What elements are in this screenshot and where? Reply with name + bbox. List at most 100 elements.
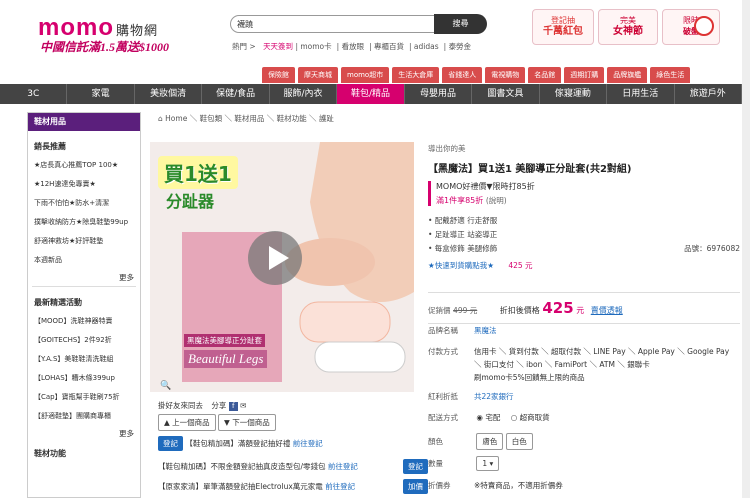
sidebar-item[interactable]: ★店長真心推薦TOP 100★	[28, 156, 140, 175]
category-tab[interactable]: 摩天商城	[298, 67, 338, 83]
feature-list: • 配戴舒適 行走舒服 • 足趾導正 站姿導正 • 每盒修飾 美腿修飾 品號：69…	[428, 214, 740, 256]
price-report-link[interactable]: 賣價透報	[591, 306, 623, 315]
color-option-white[interactable]: 白色	[505, 433, 533, 450]
nav-home-sports[interactable]: 傢寢運動	[540, 84, 608, 104]
breadcrumb-link[interactable]: 鞋材功能	[277, 114, 307, 123]
search-input[interactable]: 襪蹺	[230, 15, 436, 33]
sidebar-item[interactable]: 下雨不怕怕★防水+清潔	[28, 194, 140, 213]
spec-color: 顏色 膚色 白色	[428, 433, 740, 450]
promo-lucky-draw[interactable]: 登記抽 千萬紅包	[532, 9, 594, 45]
zoom-icon[interactable]: 🔍	[160, 381, 171, 391]
sidebar-item[interactable]: 【Cap】寶瓶幫手鞋刷75折	[28, 388, 140, 407]
quick-link[interactable]: 專櫃百貨	[374, 42, 404, 51]
nav-health[interactable]: 保健/食品	[202, 84, 270, 104]
category-tab[interactable]: 保險館	[262, 67, 295, 83]
main-nav: 3C 家電 美妝個清 保健/食品 服飾/內衣 鞋包/精品 母嬰用品 圖書文具 傢…	[0, 84, 742, 104]
sidebar-section-title: 鞋材功能	[34, 449, 66, 458]
ship-home-radio[interactable]: ◉ 宅配	[476, 413, 500, 422]
color-option-skin[interactable]: 膚色	[476, 433, 504, 450]
nav-shoes-bags[interactable]: 鞋包/精品	[337, 84, 405, 104]
sidebar-heading[interactable]: 鞋材用品	[28, 113, 140, 131]
nav-3c[interactable]: 3C	[0, 84, 68, 104]
sidebar-item[interactable]: 【LOHAS】糟木條399up	[28, 369, 140, 388]
category-tab[interactable]: momo超市	[341, 67, 390, 83]
fb-like-label[interactable]: 掛好友來同去	[158, 401, 203, 410]
sidebar-item[interactable]: 【舒適鞋墊】團購商專櫃	[28, 407, 140, 426]
nav-daily[interactable]: 日用生活	[607, 84, 675, 104]
category-tab[interactable]: 品牌旗艦	[607, 67, 648, 83]
quick-link[interactable]: 看放眼	[342, 42, 365, 51]
sidebar-item[interactable]: ★12H速達免專賣★	[28, 175, 140, 194]
sidebar: 鞋材用品 銷長推薦 ★店長真心推薦TOP 100★ ★12H速達免專賣★ 下雨不…	[27, 112, 141, 498]
brand-link[interactable]: 黑魔法	[474, 326, 497, 335]
prev-product-button[interactable]: ▲ 上一個商品	[158, 414, 216, 431]
category-tab[interactable]: 名品館	[528, 67, 562, 83]
nav-apparel[interactable]: 服飾/內衣	[270, 84, 338, 104]
sidebar-item[interactable]: 【MOOD】洗鞋神器特賣	[28, 312, 140, 331]
register-button[interactable]: 登記	[158, 436, 183, 451]
quick-link[interactable]: 泰勞金	[449, 42, 472, 51]
nav-books[interactable]: 圖書文具	[472, 84, 540, 104]
nav-travel[interactable]: 旅遊戶外	[675, 84, 742, 104]
quantity-select[interactable]: 1 ▾	[476, 456, 500, 471]
promo-note-link[interactable]: (說明)	[486, 196, 507, 205]
category-tab[interactable]: 週期訂購	[564, 67, 605, 83]
play-video-button[interactable]	[248, 231, 302, 285]
spec-bonus: 紅利折抵 共22家銀行	[428, 392, 514, 401]
quick-link[interactable]: adidas	[414, 42, 439, 51]
register-button[interactable]: 登記	[403, 459, 428, 474]
category-tab[interactable]: 省錢達人	[442, 67, 483, 83]
bonus-link[interactable]: 共22家銀行	[474, 392, 514, 401]
spec-brand: 品牌名稱 黑魔法	[428, 326, 497, 335]
brand-tagline: 導出你的美	[428, 144, 466, 153]
fast-delivery-link[interactable]: ★快速到貨購點我★	[428, 261, 494, 270]
quick-link[interactable]: 熱門 >	[232, 42, 256, 51]
sidebar-item[interactable]: 舒適神救坊★好評鞋墊	[28, 232, 140, 251]
share-label: 分享	[211, 401, 227, 410]
breadcrumb-link[interactable]: 鞋材用品	[234, 114, 264, 123]
spec-shipping: 配送方式 ◉ 宅配 ○ 超商取貨	[428, 413, 550, 422]
promo-line: MOMO好禮價▼限時打85折	[436, 182, 535, 191]
sidebar-section-title: 最新精選活動	[34, 298, 82, 307]
product-code: 品號：6976082	[684, 244, 740, 253]
nav-beauty[interactable]: 美妝個清	[135, 84, 203, 104]
scrollbar[interactable]	[742, 0, 750, 498]
price-row: 促銷價 499 元 折扣後價格 425 元 賣價透報	[428, 292, 740, 324]
nav-baby[interactable]: 母嬰用品	[405, 84, 473, 104]
promo-womens-day[interactable]: 完美 女神節	[598, 9, 658, 45]
ship-store-radio[interactable]: ○ 超商取貨	[511, 413, 550, 422]
breadcrumb-link[interactable]: 護趾	[319, 114, 334, 123]
nav-appliances[interactable]: 家電	[67, 84, 135, 104]
promo-flash-sale[interactable]: 限時 破盤	[662, 9, 720, 45]
email-icon[interactable]: ✉	[240, 401, 246, 410]
quick-link[interactable]: momo卡	[300, 42, 331, 51]
category-tab[interactable]: 生活大倉庫	[392, 67, 440, 83]
fast-delivery-price: 425 元	[508, 261, 533, 270]
category-tab[interactable]: 電視購物	[485, 67, 526, 83]
register-link[interactable]: 前往登記	[325, 482, 355, 491]
quick-link[interactable]: 天天簽到	[263, 42, 293, 51]
sidebar-item[interactable]: 撲擊收納防方★除臭鞋墊99up	[28, 213, 140, 232]
product-title: 【黑魔法】買1送1 美腳導正分趾套(共2對組)	[428, 164, 632, 175]
category-tab[interactable]: 綠色生活	[650, 67, 691, 83]
box-title: 黑魔法美腳導正分趾套	[184, 334, 265, 347]
sale-price-label: 折扣後價格	[499, 306, 540, 315]
facebook-icon[interactable]: f	[228, 402, 238, 411]
sidebar-item[interactable]: 本週新品	[28, 251, 140, 270]
search-button[interactable]: 搜尋	[434, 14, 487, 34]
addon-button[interactable]: 加價	[403, 479, 428, 494]
register-link[interactable]: 前往登記	[293, 439, 323, 448]
breadcrumb-link[interactable]: Home	[165, 114, 187, 123]
register-link[interactable]: 前往登記	[328, 462, 358, 471]
more-link[interactable]: 更多	[28, 426, 140, 442]
sale-price-unit: 元	[576, 306, 585, 315]
more-link[interactable]: 更多	[28, 270, 140, 286]
breadcrumb-link[interactable]: 鞋包類	[200, 114, 223, 123]
original-price: 499 元	[453, 306, 478, 315]
coupon-row: 【原家家清】單筆滿額登記抽Electrolux萬元家電 前往登記 加價	[158, 479, 428, 494]
sidebar-item[interactable]: 【GOITECHS】2件92折	[28, 331, 140, 350]
original-price-label: 促銷價	[428, 306, 451, 315]
next-product-button[interactable]: ▼ 下一個商品	[218, 414, 276, 431]
play-icon	[269, 246, 289, 270]
sidebar-item[interactable]: 【Y.A.S】美鞋鞋清洗鞋組	[28, 350, 140, 369]
